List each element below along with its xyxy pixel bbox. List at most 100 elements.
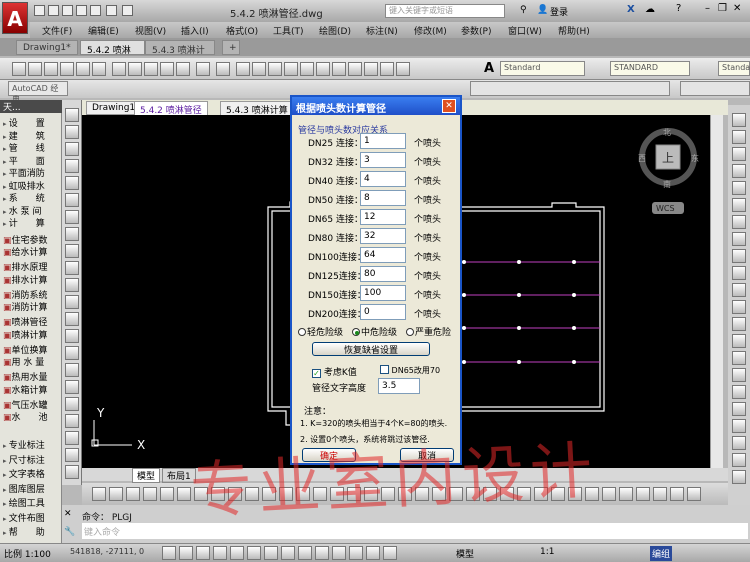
- vertical-scrollbar[interactable]: [710, 115, 723, 468]
- menu-item[interactable]: ▣热用水量: [3, 370, 48, 383]
- sprinkler-count-input[interactable]: 32: [360, 228, 406, 244]
- binoculars-icon[interactable]: ⚲: [520, 5, 527, 15]
- command-settings-icon[interactable]: 🔧: [64, 527, 75, 537]
- draw-tool-icon[interactable]: [65, 295, 79, 309]
- undo-icon[interactable]: [196, 62, 210, 76]
- match-properties-icon[interactable]: [160, 62, 174, 76]
- print-icon[interactable]: [90, 5, 101, 16]
- annotation-scale[interactable]: 1:1: [540, 547, 554, 557]
- draw-tool-icon[interactable]: [65, 193, 79, 207]
- design-center-icon[interactable]: [316, 62, 330, 76]
- modify-tool-icon[interactable]: [732, 368, 746, 382]
- tangent-tool-icon[interactable]: [381, 487, 395, 501]
- linetype-select[interactable]: [470, 81, 670, 96]
- publish-icon[interactable]: [92, 62, 106, 76]
- menu-file[interactable]: 文件(F): [42, 24, 72, 37]
- markup-icon[interactable]: [364, 62, 378, 76]
- save-icon[interactable]: [44, 62, 58, 76]
- draw-tool-icon[interactable]: [65, 346, 79, 360]
- modify-tool-icon[interactable]: [732, 419, 746, 433]
- tangent-tool-icon[interactable]: [364, 487, 378, 501]
- help-icon[interactable]: [396, 62, 410, 76]
- drafting-toggle-icon[interactable]: [162, 546, 176, 560]
- sprinkler-count-input[interactable]: 1: [360, 133, 406, 149]
- tangent-tool-icon[interactable]: [279, 487, 293, 501]
- tangent-tool-icon[interactable]: [398, 487, 412, 501]
- menu-group[interactable]: 文件布图: [3, 511, 45, 524]
- draw-tool-icon[interactable]: [65, 465, 79, 479]
- file-tab-5-4-3[interactable]: 5.4.3 喷淋计算*: [145, 40, 215, 69]
- modify-tool-icon[interactable]: [732, 147, 746, 161]
- modify-tool-icon[interactable]: [732, 334, 746, 348]
- menu-group[interactable]: 专业标注: [3, 438, 45, 451]
- viewcube-west[interactable]: 西: [638, 154, 646, 163]
- block-editor-icon[interactable]: [176, 62, 190, 76]
- sheet-set-icon[interactable]: [348, 62, 362, 76]
- viewcube[interactable]: 上 北 南 西 东 WCS: [638, 128, 699, 214]
- tangent-tool-icon[interactable]: [92, 487, 106, 501]
- paste-icon[interactable]: [144, 62, 158, 76]
- draw-tool-icon[interactable]: [65, 380, 79, 394]
- tangent-tool-icon[interactable]: [585, 487, 599, 501]
- menu-window[interactable]: 窗口(W): [508, 24, 542, 37]
- menu-group[interactable]: 文字表格: [3, 467, 45, 480]
- modify-tool-icon[interactable]: [732, 181, 746, 195]
- drafting-toggle-icon[interactable]: [315, 546, 329, 560]
- tangent-tool-icon[interactable]: [126, 487, 140, 501]
- minimize-button[interactable]: –: [705, 3, 710, 14]
- zoom-window-icon[interactable]: [268, 62, 282, 76]
- restore-button[interactable]: ❐: [718, 3, 727, 14]
- modify-tool-icon[interactable]: [732, 470, 746, 484]
- open-icon[interactable]: [28, 62, 42, 76]
- cancel-button[interactable]: 取消: [400, 448, 454, 462]
- workspace-select[interactable]: AutoCAD 经典: [8, 81, 68, 104]
- preview-icon[interactable]: [76, 62, 90, 76]
- menu-item[interactable]: ▣消防计算: [3, 300, 48, 313]
- menu-group[interactable]: 图库图层: [3, 482, 45, 495]
- redo-icon[interactable]: [122, 5, 133, 16]
- sprinkler-count-input[interactable]: 80: [360, 266, 406, 282]
- tangent-tool-icon[interactable]: [160, 487, 174, 501]
- modify-tool-icon[interactable]: [732, 402, 746, 416]
- tangent-tool-icon[interactable]: [687, 487, 701, 501]
- tangent-tool-icon[interactable]: [228, 487, 242, 501]
- tangent-tool-icon[interactable]: [296, 487, 310, 501]
- save-as-icon[interactable]: [76, 5, 87, 16]
- viewcube-north[interactable]: 北: [663, 128, 671, 137]
- drafting-toggle-icon[interactable]: [281, 546, 295, 560]
- sprinkler-count-input[interactable]: 12: [360, 209, 406, 225]
- tangent-tool-icon[interactable]: [534, 487, 548, 501]
- sprinkler-count-input[interactable]: 4: [360, 171, 406, 187]
- menu-group[interactable]: 建 筑: [3, 129, 45, 142]
- modify-tool-icon[interactable]: [732, 436, 746, 450]
- properties-icon[interactable]: [300, 62, 314, 76]
- dim-style-select[interactable]: STANDARD: [610, 61, 690, 76]
- modify-tool-icon[interactable]: [732, 300, 746, 314]
- file-tab-5-4-2[interactable]: 5.4.2 喷淋管径*: [80, 40, 145, 69]
- tangent-tool-icon[interactable]: [653, 487, 667, 501]
- new-tab-button[interactable]: +: [222, 40, 240, 55]
- modify-tool-icon[interactable]: [732, 266, 746, 280]
- menu-group[interactable]: 尺寸标注: [3, 453, 45, 466]
- menu-insert[interactable]: 插入(I): [181, 24, 209, 37]
- sprinkler-count-input[interactable]: 100: [360, 285, 406, 301]
- draw-tool-icon[interactable]: [65, 363, 79, 377]
- modify-tool-icon[interactable]: [732, 385, 746, 399]
- tab-model[interactable]: 模型: [132, 468, 161, 483]
- menu-group[interactable]: 管 线: [3, 141, 45, 154]
- tangent-tool-icon[interactable]: [432, 487, 446, 501]
- tangent-tool-icon[interactable]: [551, 487, 565, 501]
- menu-group[interactable]: 水 泵 间: [3, 204, 42, 217]
- tangent-tool-icon[interactable]: [636, 487, 650, 501]
- draw-tool-icon[interactable]: [65, 108, 79, 122]
- pan-icon[interactable]: [236, 62, 250, 76]
- radio-light-hazard[interactable]: 轻危险级: [298, 325, 343, 338]
- menu-item[interactable]: ▣喷淋计算: [3, 328, 48, 341]
- menu-help[interactable]: 帮助(H): [558, 24, 590, 37]
- viewcube-face[interactable]: 上: [662, 151, 674, 165]
- tool-palettes-icon[interactable]: [332, 62, 346, 76]
- menu-group[interactable]: 平面消防: [3, 166, 45, 179]
- viewcube-east[interactable]: 东: [691, 153, 699, 163]
- drafting-toggle-icon[interactable]: [366, 546, 380, 560]
- text-style-select[interactable]: Standard: [500, 61, 585, 76]
